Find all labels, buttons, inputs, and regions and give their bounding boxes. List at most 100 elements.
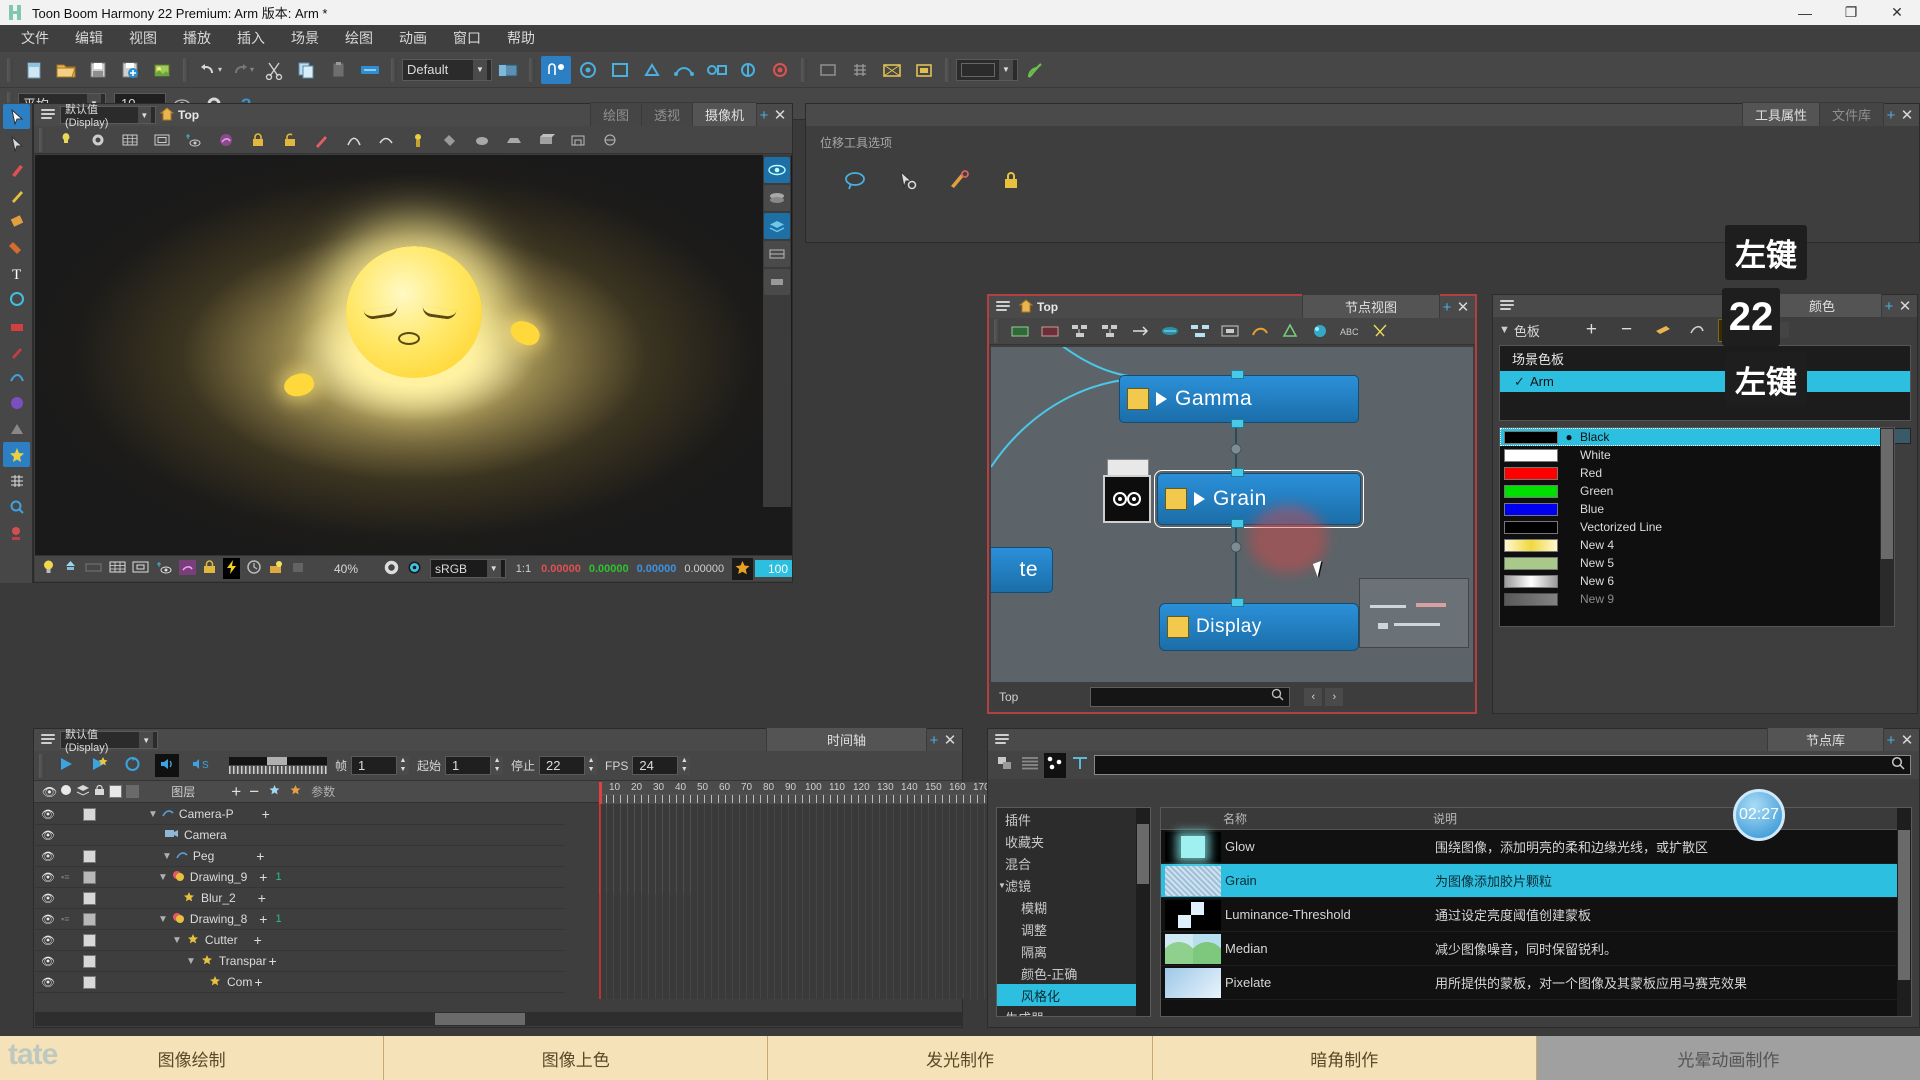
composite-icon[interactable] [1155,320,1185,342]
menu-item-window[interactable]: 窗口 [440,25,494,52]
category-generator[interactable]: 生成器 [997,1006,1150,1017]
category-scrollbar[interactable] [1136,808,1150,1016]
layer-colour-chip[interactable] [83,975,96,989]
chevron-down-icon[interactable]: ▼ [158,872,168,883]
contour-icon[interactable] [605,56,635,84]
layer-colour-chip[interactable] [83,912,96,926]
gear-icon-2[interactable] [382,558,401,580]
frame-icon-2[interactable] [132,560,149,577]
swap-icon[interactable] [355,56,385,84]
colour-row-black[interactable]: ● Black [1500,428,1894,446]
tab-tool-properties[interactable]: 工具属性 [1741,102,1820,126]
tab-timeline[interactable]: 时间轴 [765,727,927,751]
stop-input[interactable]: 22 [539,756,586,775]
mask-icon[interactable] [211,126,241,154]
home-icon[interactable] [159,106,175,124]
hamburger-icon[interactable] [39,106,57,124]
node-grain-out-port[interactable] [1231,519,1244,528]
node-list-scrollbar[interactable] [1897,808,1911,1016]
category-adjust[interactable]: 调整 [997,918,1150,940]
chevron-down-icon[interactable]: ▼ [162,851,172,862]
table-row[interactable]: 👁 ▪≡ ▼ Drawing_8 + 1 [35,909,565,930]
grid-icon-2[interactable] [109,560,126,577]
bucket-icon[interactable] [435,126,465,154]
layer-colour-chip[interactable] [83,891,96,905]
chevron-down-icon-tl[interactable]: ▼ [139,732,153,748]
group-icon[interactable] [764,241,790,267]
remove-layer-button[interactable]: − [249,782,259,802]
home-icon[interactable] [1018,298,1034,316]
unlock-icon[interactable] [275,126,305,154]
text-tool[interactable]: T [3,260,30,285]
save-all-icon[interactable] [115,56,145,84]
add-palette-button[interactable]: + [1586,319,1597,341]
magnet-icon[interactable] [573,56,603,84]
opacity-level[interactable]: 100 [755,560,792,577]
peg-icon[interactable] [1245,320,1275,342]
light-table-icon[interactable] [813,56,843,84]
layer-colour-chip[interactable] [83,849,96,863]
snap-icon[interactable] [541,55,571,84]
frame-input[interactable]: 1 [351,756,398,775]
colour-row-red[interactable]: Red [1500,464,1894,482]
category-isolate[interactable]: 隔离 [997,940,1150,962]
start-stepper[interactable]: ▲ ▼ [491,756,504,775]
table-row[interactable]: 👁 ▼ Cutter + [35,930,565,951]
curve-icon[interactable] [371,126,401,154]
node-toolbar-grip[interactable] [994,319,1000,343]
node-view-minimap[interactable] [1359,578,1469,648]
start-input[interactable]: 1 [445,756,492,775]
chapter-segment-2[interactable]: 图像上色 [384,1036,769,1080]
colour-row-new-6[interactable]: New 6 [1500,572,1894,590]
workspace-select[interactable]: Default ▼ [402,58,492,81]
layer-stack-icon[interactable] [764,185,790,211]
layer-visibility-toggle[interactable]: 👁 [35,871,61,884]
layer-visibility-toggle[interactable]: 👁 [35,829,61,842]
frame-stepper[interactable]: ▲ ▼ [397,756,410,775]
node-partial-te[interactable]: te [991,547,1053,593]
lock-icon[interactable] [243,126,273,154]
layer-add-button[interactable]: + [256,848,264,864]
colour-row-blue[interactable]: Blue [1500,500,1894,518]
stop-stepper[interactable]: ▲ ▼ [585,756,598,775]
red-module-icon[interactable] [1035,320,1065,342]
envelope-tool[interactable] [3,416,30,441]
colour-picker-tool[interactable] [3,520,30,545]
scrollbar-thumb[interactable] [1137,824,1149,884]
chevron-down-icon-palette[interactable]: ▼ [1499,324,1510,336]
menu-item-scene[interactable]: 场景 [278,25,332,52]
menu-item-drawing[interactable]: 绘图 [332,25,386,52]
category-colour-correct[interactable]: 颜色-正确 [997,962,1150,984]
extra-toggle[interactable] [126,785,140,798]
layer-visibility-toggle[interactable]: 👁 [35,913,61,926]
grid-icon[interactable] [115,126,145,154]
node-graph-canvas[interactable]: Gamma Grain Display te [991,347,1473,682]
network-icon[interactable] [1275,320,1305,342]
layer-add-button[interactable]: + [254,932,262,948]
category-blending[interactable]: 混合 [997,852,1150,874]
flash-icon[interactable] [223,558,240,579]
thumbnail-view-icon[interactable] [1044,752,1066,778]
export-icon[interactable] [147,56,177,84]
timeline-add-button[interactable]: + [926,732,942,749]
move-icon[interactable] [1125,320,1155,342]
category-stylize[interactable]: 风格化 [997,984,1150,1006]
display-select[interactable]: 默认值(Display) ▼ [60,104,156,129]
timeline-layer-list[interactable]: 👁 ▼ Camera-P + 👁 Camera 👁 ▼ Peg + 👁 ▪≡ ▼… [35,804,565,999]
scrollbar-thumb[interactable] [1898,830,1910,980]
chevron-down-icon[interactable]: ▼ [473,59,487,80]
onion-icon-2[interactable] [156,560,173,578]
lasso-icon[interactable] [842,167,868,193]
chapter-segment-4[interactable]: 暗角制作 [1153,1036,1537,1080]
eraser-tool[interactable] [3,208,30,233]
zoom-tool[interactable] [3,494,30,519]
list-view-icon[interactable] [1020,754,1040,777]
onion-toggle-icon[interactable] [60,784,72,799]
grid-tool[interactable] [3,468,30,493]
scrollbar-thumb[interactable] [1881,429,1893,559]
copy-icon[interactable] [291,56,321,84]
layer-add-button[interactable]: + [259,911,267,927]
zoom-level[interactable]: 40% [334,562,358,576]
chapter-segment-3[interactable]: 发光制作 [768,1036,1153,1080]
lock-icon-2[interactable] [202,559,217,578]
